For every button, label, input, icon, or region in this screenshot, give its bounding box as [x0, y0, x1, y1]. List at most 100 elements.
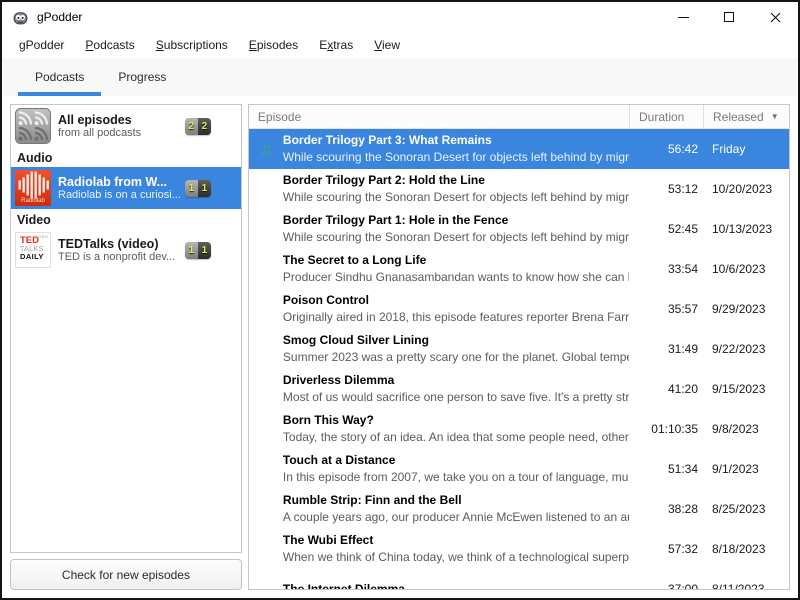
- episode-list-panel: Episode Duration Released ▼ ♫Border Tril…: [248, 104, 790, 590]
- episode-duration: 56:42: [629, 142, 703, 156]
- podcast-text: Radiolab from W...Radiolab is on a curio…: [58, 175, 181, 201]
- episode-released: 9/29/2023: [703, 302, 789, 316]
- podcast-text: TEDTalks (video)TED is a nonprofit dev..…: [58, 237, 181, 263]
- tab-podcasts[interactable]: Podcasts: [18, 58, 101, 96]
- episode-title: Driverless Dilemma: [283, 372, 629, 389]
- check-for-new-episodes-button[interactable]: Check for new episodes: [10, 559, 242, 590]
- episode-text: Smog Cloud Silver LiningSummer 2023 was …: [283, 332, 629, 366]
- downloaded-count: 2: [198, 118, 211, 135]
- minimize-icon: [678, 17, 689, 18]
- window-title: gPodder: [37, 10, 82, 24]
- episode-description: While scouring the Sonoran Desert for ob…: [283, 149, 629, 166]
- episode-released: 9/8/2023: [703, 422, 789, 436]
- new-count: 1: [185, 242, 198, 259]
- episode-title: Rumble Strip: Finn and the Bell: [283, 492, 629, 509]
- podcast-sidebar: All episodesfrom all podcasts22AudioRadi…: [10, 104, 242, 590]
- episode-row[interactable]: Border Trilogy Part 1: Hole in the Fence…: [249, 209, 789, 249]
- music-note-icon: ♫: [249, 141, 283, 158]
- episode-title: Border Trilogy Part 2: Hold the Line: [283, 172, 629, 189]
- tab-bar: PodcastsProgress: [2, 58, 798, 96]
- episode-released: 8/18/2023: [703, 542, 789, 556]
- episode-released: 10/6/2023: [703, 262, 789, 276]
- podcast-title: TEDTalks (video): [58, 237, 181, 251]
- sidebar-item-all-episodes[interactable]: All episodesfrom all podcasts22: [11, 105, 241, 147]
- sidebar-item-tedtalks-video[interactable]: VIDEOTEDTALKSDAILYTEDTalks (video)TED is…: [11, 229, 241, 271]
- menu-podcasts[interactable]: Podcasts: [78, 34, 141, 56]
- episode-row[interactable]: Rumble Strip: Finn and the BellA couple …: [249, 489, 789, 529]
- episode-row[interactable]: ♫Border Trilogy Part 3: What RemainsWhil…: [249, 129, 789, 169]
- episode-text: Border Trilogy Part 3: What RemainsWhile…: [283, 132, 629, 166]
- menu-view[interactable]: View: [367, 34, 407, 56]
- sidebar-section-video: Video: [11, 209, 241, 229]
- episode-description: A couple years ago, our producer Annie M…: [283, 509, 629, 526]
- close-button[interactable]: [752, 2, 798, 32]
- menu-extras[interactable]: Extras: [312, 34, 360, 56]
- column-header-released[interactable]: Released ▼: [703, 105, 789, 128]
- episode-row[interactable]: Born This Way?Today, the story of an ide…: [249, 409, 789, 449]
- episode-row[interactable]: The Wubi EffectWhen we think of China to…: [249, 529, 789, 569]
- episode-duration: 37:00: [629, 582, 703, 589]
- episode-description: In this episode from 2007, we take you o…: [283, 469, 629, 486]
- sort-descending-icon: ▼: [771, 112, 779, 121]
- episode-duration: 52:45: [629, 222, 703, 236]
- radiolab-icon-text: Radiolab: [15, 198, 51, 204]
- episode-duration: 57:32: [629, 542, 703, 556]
- maximize-icon: [724, 12, 734, 22]
- column-header-duration[interactable]: Duration: [629, 105, 703, 128]
- gpodder-app-icon: [12, 9, 29, 26]
- episode-text: Touch at a DistanceIn this episode from …: [283, 452, 629, 486]
- episode-title: Touch at a Distance: [283, 452, 629, 469]
- tab-progress[interactable]: Progress: [101, 58, 183, 96]
- episode-duration: 35:57: [629, 302, 703, 316]
- podcast-subtitle: from all podcasts: [58, 127, 181, 139]
- episode-list-header: Episode Duration Released ▼: [249, 105, 789, 129]
- episode-released: 10/20/2023: [703, 182, 789, 196]
- episode-duration: 38:28: [629, 502, 703, 516]
- episode-text: Border Trilogy Part 2: Hold the LineWhil…: [283, 172, 629, 206]
- episode-released: 9/22/2023: [703, 342, 789, 356]
- column-header-episode[interactable]: Episode: [249, 105, 629, 128]
- downloaded-count: 1: [198, 180, 211, 197]
- episode-row[interactable]: Touch at a DistanceIn this episode from …: [249, 449, 789, 489]
- ted-icon-line: DAILY: [20, 253, 50, 261]
- episode-row[interactable]: Poison ControlOriginally aired in 2018, …: [249, 289, 789, 329]
- menu-bar: gPodder Podcasts Subscriptions Episodes Extr…: [2, 32, 798, 58]
- episode-released: 8/25/2023: [703, 502, 789, 516]
- menu-subscriptions[interactable]: Subscriptions: [149, 34, 235, 56]
- podcast-title: All episodes: [58, 113, 181, 127]
- minimize-button[interactable]: [660, 2, 706, 32]
- episode-row[interactable]: Border Trilogy Part 2: Hold the LineWhil…: [249, 169, 789, 209]
- episode-row[interactable]: The Secret to a Long LifeProducer Sindhu…: [249, 249, 789, 289]
- episode-description: When we think of China today, we think o…: [283, 549, 629, 566]
- menu-gpodder[interactable]: gPodder: [12, 34, 71, 56]
- episode-duration: 41:20: [629, 382, 703, 396]
- episode-title: The Secret to a Long Life: [283, 252, 629, 269]
- episode-title: Border Trilogy Part 3: What Remains: [283, 132, 629, 149]
- episode-text: Border Trilogy Part 1: Hole in the Fence…: [283, 212, 629, 246]
- episode-text: Born This Way?Today, the story of an ide…: [283, 412, 629, 446]
- maximize-button[interactable]: [706, 2, 752, 32]
- gpodder-window: gPodder gPodderPodcastsSubscriptionsEpis…: [0, 0, 800, 600]
- episode-duration: 51:34: [629, 462, 703, 476]
- episode-title: The Internet Dilemma: [283, 581, 629, 590]
- episode-description: Summer 2023 was a pretty scary one for t…: [283, 349, 629, 366]
- episode-row[interactable]: The Internet Dilemma37:008/11/2023: [249, 569, 789, 589]
- sidebar-section-audio: Audio: [11, 147, 241, 167]
- episode-title: Smog Cloud Silver Lining: [283, 332, 629, 349]
- episode-row[interactable]: Driverless DilemmaMost of us would sacri…: [249, 369, 789, 409]
- menu-episodes[interactable]: Episodes: [242, 34, 305, 56]
- episode-description: Most of us would sacrifice one person to…: [283, 389, 629, 406]
- episode-row[interactable]: Smog Cloud Silver LiningSummer 2023 was …: [249, 329, 789, 369]
- episode-released: 9/15/2023: [703, 382, 789, 396]
- episode-description: While scouring the Sonoran Desert for ob…: [283, 189, 629, 206]
- podcast-title: Radiolab from W...: [58, 175, 181, 189]
- episode-duration: 53:12: [629, 182, 703, 196]
- episode-description: Today, the story of an idea. An idea tha…: [283, 429, 629, 446]
- episode-description: Originally aired in 2018, this episode f…: [283, 309, 629, 326]
- column-header-released-label: Released: [713, 110, 764, 124]
- episode-duration: 31:49: [629, 342, 703, 356]
- sidebar-item-radiolab-from-w[interactable]: Radiolab Radiolab from W...Radiolab is on…: [11, 167, 241, 209]
- episode-text: The Wubi EffectWhen we think of China to…: [283, 532, 629, 566]
- episode-text: Poison ControlOriginally aired in 2018, …: [283, 292, 629, 326]
- podcast-text: All episodesfrom all podcasts: [58, 113, 181, 139]
